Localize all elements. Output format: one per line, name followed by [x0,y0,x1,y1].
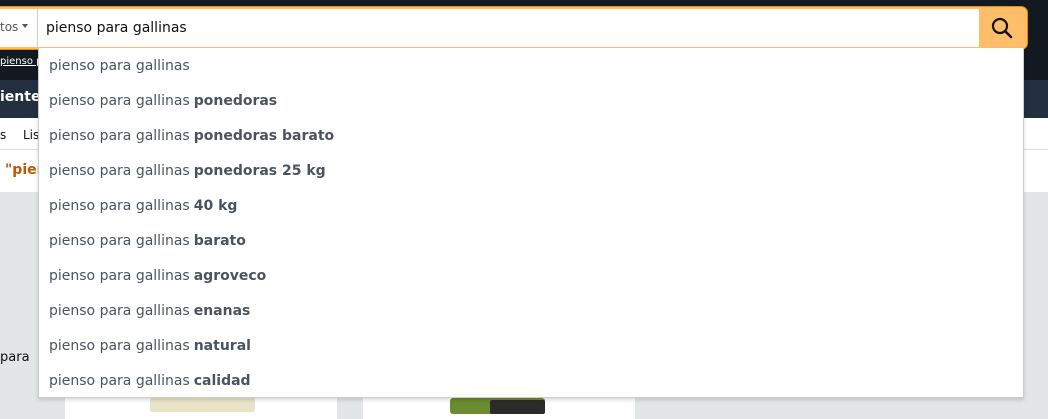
suggestion-item[interactable]: pienso para gallinas enanas [39,293,1023,328]
suggestion-prefix: pienso para gallinas [49,232,190,249]
nav-item[interactable]: iente [0,89,40,105]
suggestion-item[interactable]: pienso para gallinas ponedoras 25 kg [39,153,1023,188]
sub-nav-item-1[interactable]: s [0,128,6,142]
suggestion-completion: agroveco [193,267,267,284]
product-image [150,398,255,412]
suggestions-dropdown: pienso para gallinas pienso para gallinas… [38,48,1024,398]
suggestion-completion: ponedoras 25 kg [193,162,326,179]
suggestion-prefix: pienso para gallinas [49,267,190,284]
search-icon [991,17,1013,39]
suggestion-completion: barato [193,232,246,249]
department-select[interactable]: tos [0,20,18,34]
suggestion-prefix: pienso para gallinas [49,337,190,354]
suggestion-prefix: pienso para gallinas [49,92,190,109]
suggestion-completion: ponedoras [193,92,278,109]
suggestion-completion: natural [193,337,251,354]
suggestion-item[interactable]: pienso para gallinas 40 kg [39,188,1023,223]
suggestion-item[interactable]: pienso para gallinas barato [39,223,1023,258]
suggestion-completion: 40 kg [193,197,238,214]
suggestion-completion: ponedoras barato [193,127,335,144]
side-filter-text[interactable]: para [0,350,30,365]
suggestion-prefix: pienso para gallinas [49,302,190,319]
suggestion-item[interactable]: pienso para gallinas natural [39,328,1023,363]
search-input[interactable] [38,9,979,47]
suggestion-item[interactable]: pienso para gallinas calidad [39,363,1023,398]
breadcrumb-link[interactable]: pienso p [0,56,42,67]
suggestion-prefix: pienso para gallinas [49,197,190,214]
suggestion-prefix: pienso para gallinas [49,127,190,144]
suggestion-item[interactable]: pienso para gallinas [39,48,1023,83]
suggestion-completion: enanas [193,302,251,319]
chevron-down-icon[interactable] [22,24,28,28]
suggestion-item[interactable]: pienso para gallinas agroveco [39,258,1023,293]
suggestion-prefix: pienso para gallinas [49,57,190,74]
suggestion-prefix: pienso para gallinas [49,372,190,389]
suggestion-prefix: pienso para gallinas [49,162,190,179]
sub-nav-item-2[interactable]: Lis [23,128,39,142]
search-button[interactable] [979,9,1025,47]
suggestion-completion: calidad [193,372,251,389]
suggestion-item[interactable]: pienso para gallinas ponedoras barato [39,118,1023,153]
suggestion-item[interactable]: pienso para gallinas ponedoras [39,83,1023,118]
product-image-detail [490,400,545,414]
